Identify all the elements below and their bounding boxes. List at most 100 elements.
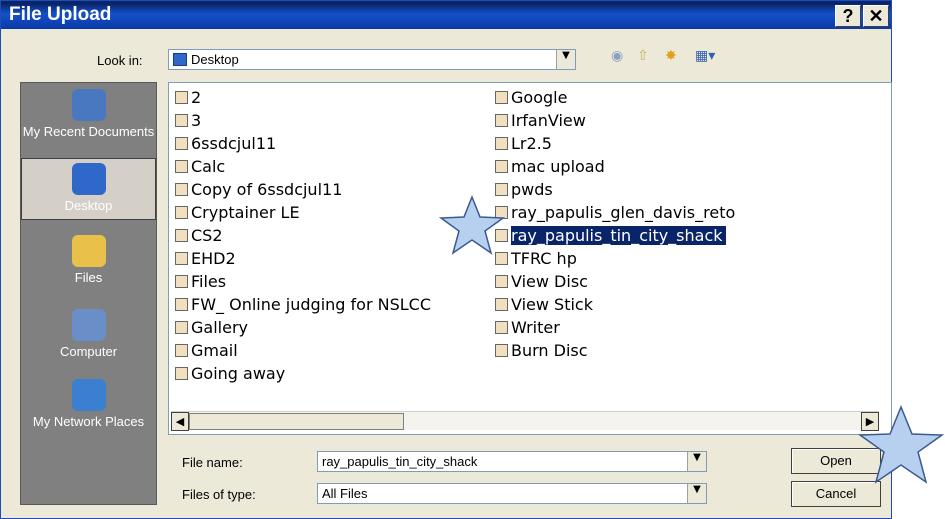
file-icon <box>175 183 188 196</box>
file-icon <box>175 206 188 219</box>
file-list-item[interactable]: TFRC hp <box>495 248 577 271</box>
file-name-text: Lr2.5 <box>511 134 552 153</box>
chevron-down-icon[interactable]: ▼ <box>687 484 706 503</box>
file-list-item[interactable]: 3 <box>175 110 201 133</box>
file-icon <box>175 275 188 288</box>
file-name-text: IrfanView <box>511 111 586 130</box>
help-button[interactable]: ? <box>835 5 861 27</box>
file-upload-dialog: File Upload ? ✕ Look in: Desktop ▼ ◉ ⇧ ✸… <box>0 0 892 519</box>
file-list-item[interactable]: Going away <box>175 363 285 386</box>
file-list-item[interactable]: 6ssdcjul11 <box>175 133 276 156</box>
file-list-item[interactable]: CS2 <box>175 225 223 248</box>
file-name-text: View Stick <box>511 295 593 314</box>
folder-icon <box>71 235 106 267</box>
file-icon <box>175 160 188 173</box>
file-list-item[interactable]: IrfanView <box>495 110 586 133</box>
file-icon <box>175 229 188 242</box>
file-name-text: Cryptainer LE <box>191 203 300 222</box>
computer-icon <box>71 309 106 341</box>
file-type-value: All Files <box>322 486 368 501</box>
back-icon[interactable]: ◉ <box>611 48 623 64</box>
file-list-item[interactable]: FW_ Online judging for NSLCC <box>175 294 431 317</box>
new-folder-icon[interactable]: ✸ <box>665 48 677 64</box>
recent-documents-icon <box>71 89 106 121</box>
file-list-item[interactable]: Cryptainer LE <box>175 202 300 225</box>
scroll-left-icon[interactable]: ◀ <box>171 412 189 431</box>
file-list[interactable]: 2 3 6ssdcjul11 Calc Copy of 6ssdcjul11 Crypta… <box>168 82 892 435</box>
chevron-down-icon[interactable]: ▼ <box>687 452 706 471</box>
file-list-item[interactable]: 2 <box>175 87 201 110</box>
place-label: Computer <box>59 344 118 359</box>
file-name-value: ray_papulis_tin_city_shack <box>322 454 478 469</box>
file-name-text: 2 <box>191 88 202 107</box>
file-name-text: EHD2 <box>191 249 236 268</box>
file-name-text: 3 <box>191 111 202 130</box>
file-list-item[interactable]: Files <box>175 271 226 294</box>
file-icon <box>175 114 188 127</box>
file-name-text: Copy of 6ssdcjul11 <box>191 180 343 199</box>
up-folder-icon[interactable]: ⇧ <box>637 48 649 64</box>
file-list-item[interactable]: ray_papulis_tin_city_shack <box>495 225 726 248</box>
file-icon <box>175 91 188 104</box>
look-in-value: Desktop <box>191 52 239 67</box>
desktop-icon <box>71 163 106 195</box>
file-list-item[interactable]: ray_papulis_glen_davis_reto <box>495 202 735 225</box>
file-name-text: Gmail <box>191 341 238 360</box>
title-bar[interactable]: File Upload ? ✕ <box>1 1 891 29</box>
file-list-item[interactable]: Lr2.5 <box>495 133 552 156</box>
file-name-text: ray_papulis_glen_davis_reto <box>511 203 736 222</box>
place-label: Desktop <box>64 198 113 213</box>
file-name-text: Going away <box>191 364 286 383</box>
file-icon <box>495 114 508 127</box>
places-bar: My Recent Documents Desktop Files Comput… <box>20 82 157 505</box>
horizontal-scrollbar[interactable]: ◀ ▶ <box>171 411 879 431</box>
star-annotation-icon <box>858 405 945 484</box>
look-in-select[interactable]: Desktop ▼ <box>168 49 576 70</box>
file-icon <box>495 137 508 150</box>
file-list-item[interactable]: Gmail <box>175 340 238 363</box>
file-name-text: TFRC hp <box>511 249 577 268</box>
file-name-text: Writer <box>511 318 560 337</box>
file-list-item[interactable]: View Stick <box>495 294 593 317</box>
file-icon <box>175 137 188 150</box>
file-icon <box>495 160 508 173</box>
file-name-label: File name: <box>182 455 243 470</box>
file-icon <box>495 91 508 104</box>
file-list-item[interactable]: Calc <box>175 156 225 179</box>
file-list-item[interactable]: EHD2 <box>175 248 236 271</box>
chevron-down-icon[interactable]: ▼ <box>556 50 575 69</box>
star-annotation-icon <box>438 195 506 255</box>
place-label: My Recent Documents <box>22 124 155 139</box>
file-name-text: Google <box>511 88 568 107</box>
file-name-text: FW_ Online judging for NSLCC <box>191 295 431 314</box>
network-places-icon <box>71 379 106 411</box>
file-icon <box>495 344 508 357</box>
file-icon <box>175 321 188 334</box>
file-name-text: Burn Disc <box>511 341 588 360</box>
file-list-item[interactable]: Google <box>495 87 567 110</box>
file-type-select[interactable]: All Files ▼ <box>317 483 707 504</box>
file-icon <box>175 252 188 265</box>
place-my-network-places[interactable]: My Network Places <box>21 379 156 429</box>
place-desktop[interactable]: Desktop <box>21 158 156 220</box>
file-name-input[interactable]: ray_papulis_tin_city_shack ▼ <box>317 451 707 472</box>
window-title: File Upload <box>9 4 112 25</box>
place-computer[interactable]: Computer <box>21 309 156 359</box>
scrollbar-thumb[interactable] <box>189 413 404 430</box>
file-list-item[interactable]: Copy of 6ssdcjul11 <box>175 179 342 202</box>
file-list-item[interactable]: Writer <box>495 317 560 340</box>
place-my-recent-documents[interactable]: My Recent Documents <box>21 89 156 139</box>
file-list-item[interactable]: Gallery <box>175 317 248 340</box>
file-icon <box>175 344 188 357</box>
file-list-item[interactable]: mac upload <box>495 156 605 179</box>
file-icon <box>175 298 188 311</box>
place-files[interactable]: Files <box>21 235 156 285</box>
file-list-item[interactable]: View Disc <box>495 271 588 294</box>
place-label: Files <box>74 270 103 285</box>
close-button[interactable]: ✕ <box>863 5 889 27</box>
file-icon <box>495 275 508 288</box>
view-menu-icon[interactable]: ▦▾ <box>695 48 715 64</box>
file-list-item[interactable]: Burn Disc <box>495 340 588 363</box>
file-icon <box>495 321 508 334</box>
file-name-text: 6ssdcjul11 <box>191 134 277 153</box>
